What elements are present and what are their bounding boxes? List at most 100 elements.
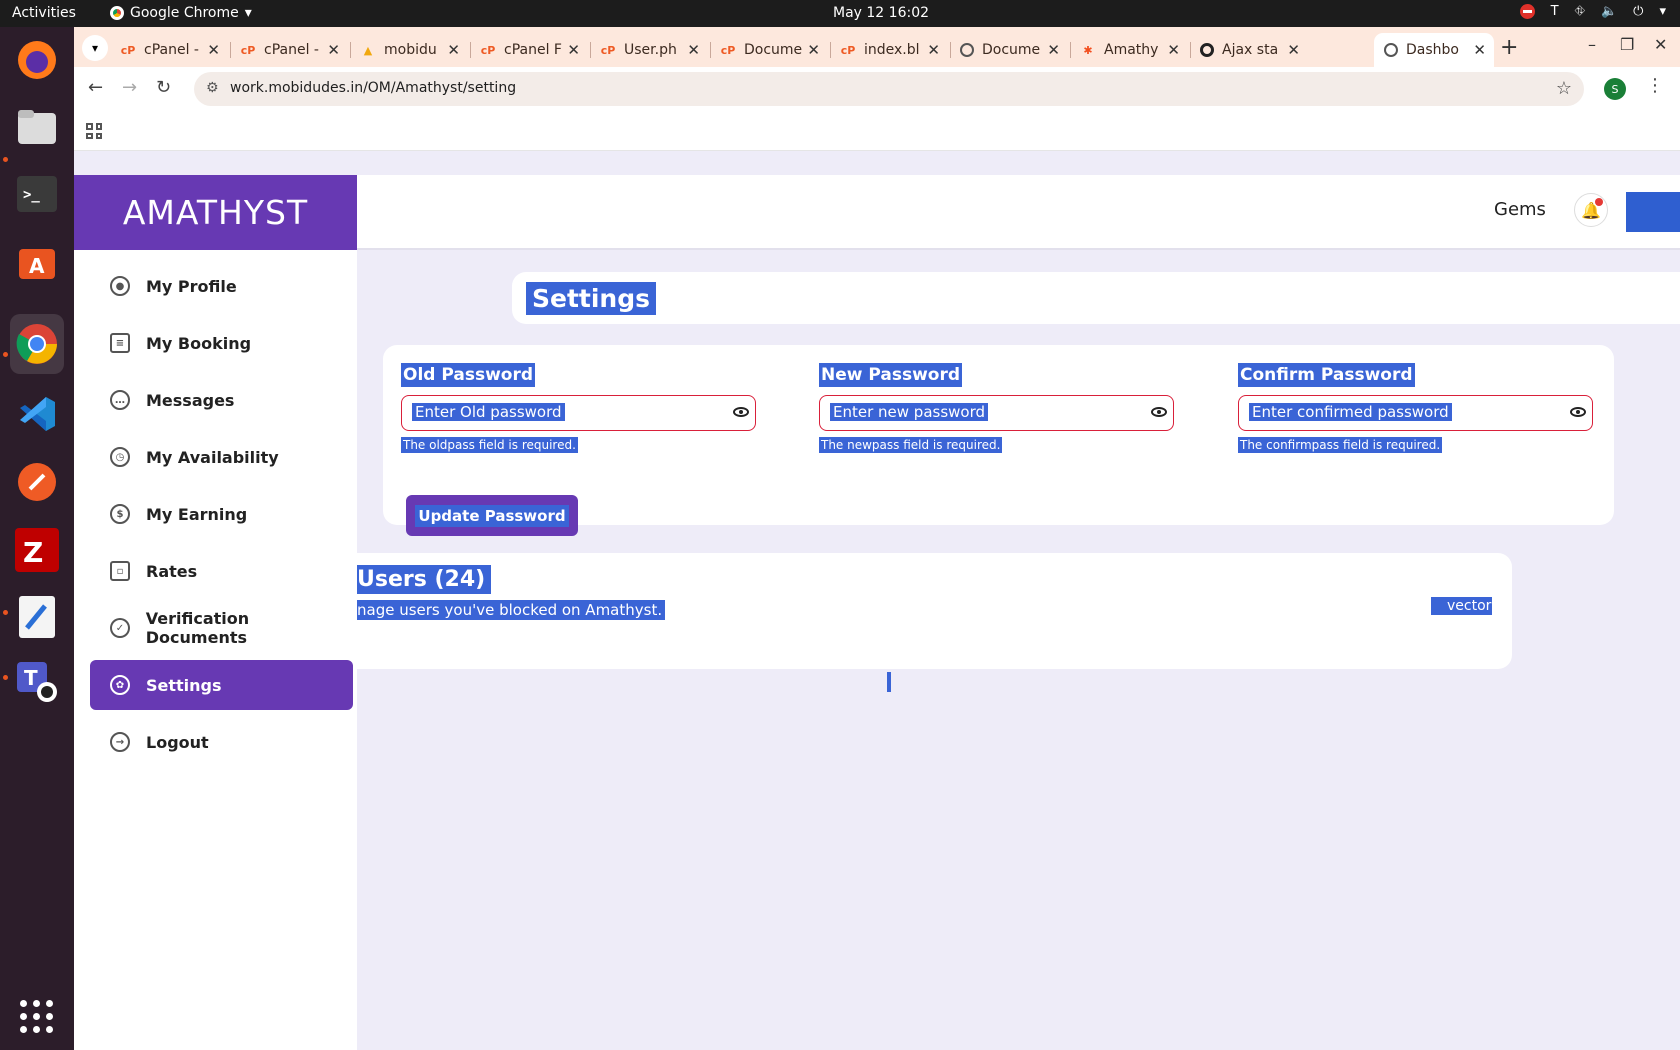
close-icon[interactable]: ✕ — [1287, 41, 1300, 59]
eye-icon[interactable] — [1570, 407, 1586, 417]
tab-ajax-status[interactable]: Ajax sta ✕ — [1190, 33, 1308, 67]
apps-grid-icon[interactable] — [86, 123, 102, 139]
teams-for-linux-icon[interactable]: T — [10, 655, 64, 709]
teams-tray-icon[interactable]: T — [1551, 4, 1559, 19]
tab-title: User.ph — [624, 42, 677, 58]
tab-search-icon[interactable]: ▾ — [82, 35, 108, 61]
sidebar-item-messages[interactable]: … Messages — [90, 375, 353, 425]
old-password-field[interactable]: Enter Old password — [401, 395, 756, 431]
files-icon[interactable] — [10, 100, 64, 154]
back-button[interactable]: ← — [88, 77, 103, 98]
do-not-disturb-icon[interactable] — [1519, 4, 1535, 19]
svg-text:T: T — [24, 666, 38, 690]
sidebar-item-label: My Availability — [146, 447, 279, 467]
close-icon[interactable]: ✕ — [1473, 41, 1486, 59]
tab-user-php[interactable]: cP User.ph ✕ — [590, 33, 708, 67]
tab-documents-1[interactable]: cP Docume ✕ — [710, 33, 828, 67]
reload-button[interactable]: ↻ — [156, 77, 171, 98]
window-close-button[interactable]: ✕ — [1654, 35, 1667, 54]
sidebar-item-my-earning[interactable]: $ My Earning — [90, 489, 353, 539]
new-tab-button[interactable]: + — [1500, 35, 1518, 60]
close-icon[interactable]: ✕ — [927, 41, 940, 59]
tab-title: Ajax sta — [1222, 42, 1279, 58]
close-icon[interactable]: ✕ — [1167, 41, 1180, 59]
tab-title: Docume — [744, 42, 803, 58]
profile-avatar[interactable]: S — [1604, 78, 1626, 100]
network-icon[interactable]: ⛗ — [1575, 4, 1585, 19]
close-icon[interactable]: ✕ — [207, 41, 220, 59]
tab-amathyst-figma[interactable]: ✱ Amathy ✕ — [1070, 33, 1188, 67]
filezilla-icon[interactable]: Z — [10, 523, 64, 577]
text-editor-icon[interactable] — [10, 590, 64, 644]
new-password-field[interactable]: Enter new password — [819, 395, 1174, 431]
tab-documents-2[interactable]: Docume ✕ — [950, 33, 1068, 67]
forward-button[interactable]: → — [122, 77, 137, 98]
sidebar-item-my-booking[interactable]: ≡ My Booking — [90, 318, 353, 368]
maximize-button[interactable]: ❐ — [1620, 35, 1634, 54]
gems-link[interactable]: Gems — [1494, 199, 1546, 220]
sidebar-item-rates[interactable]: ▫ Rates — [90, 546, 353, 596]
notifications-button[interactable]: 🔔 — [1574, 193, 1608, 227]
chrome-icon[interactable] — [10, 314, 64, 374]
page-title: Settings — [526, 282, 657, 315]
vscode-icon[interactable] — [10, 387, 64, 441]
firefox-icon[interactable] — [10, 33, 64, 87]
close-icon[interactable]: ✕ — [447, 41, 460, 59]
minimize-button[interactable]: – — [1588, 35, 1596, 54]
running-indicator — [3, 157, 8, 162]
app-menu[interactable]: Google Chrome ▾ — [110, 5, 252, 21]
activities-button[interactable]: Activities — [12, 5, 76, 21]
cpanel-icon: cP — [720, 43, 736, 57]
confirm-password-label: Confirm Password — [1238, 363, 1415, 387]
sidebar-item-my-availability[interactable]: ◷ My Availability — [90, 432, 353, 482]
address-bar[interactable]: ⚙ work.mobidudes.in/OM/Amathyst/setting … — [194, 72, 1584, 106]
update-password-label: Update Password — [415, 504, 569, 527]
notification-badge — [1595, 198, 1603, 206]
terminal-icon[interactable]: >_ — [10, 167, 64, 221]
postman-icon[interactable] — [10, 455, 64, 509]
figma-icon: ✱ — [1083, 43, 1093, 57]
volume-icon[interactable]: 🔈 — [1601, 4, 1617, 19]
power-icon[interactable]: ⏻ — [1633, 4, 1643, 19]
sidebar-item-label: My Booking — [146, 333, 252, 353]
show-apps-icon[interactable] — [20, 1000, 54, 1034]
close-icon[interactable]: ✕ — [1047, 41, 1060, 59]
user-avatar[interactable] — [1626, 192, 1680, 232]
brand-logo[interactable]: AMATHYST — [74, 175, 357, 250]
change-password-card: Old Password Enter Old password The oldp… — [383, 345, 1614, 536]
sidebar-item-settings[interactable]: ✿ Settings — [90, 660, 353, 710]
tab-index-blade[interactable]: cP index.bl ✕ — [830, 33, 948, 67]
blocked-users-card: Users (24) nage users you've blocked on … — [357, 553, 1512, 669]
sidebar-item-verification-documents[interactable]: ✓ Verification Documents — [90, 603, 353, 653]
tab-phpmyadmin[interactable]: ▲ mobidu ✕ — [350, 33, 468, 67]
close-icon[interactable]: ✕ — [567, 41, 580, 59]
close-icon[interactable]: ✕ — [687, 41, 700, 59]
tab-dashboard[interactable]: Dashbo ✕ — [1374, 33, 1494, 67]
confirm-password-field[interactable]: Enter confirmed password — [1238, 395, 1593, 431]
clock[interactable]: May 12 16:02 — [833, 5, 929, 21]
chevron-down-icon[interactable]: ▾ — [1659, 4, 1666, 19]
tab-title: cPanel F — [504, 42, 562, 58]
eye-icon[interactable] — [1151, 407, 1167, 417]
tab-cpanel-1[interactable]: cP cPanel - ✕ — [110, 33, 228, 67]
rates-icon: ▫ — [110, 561, 130, 581]
gear-icon: ✿ — [110, 675, 130, 695]
browser-window: ▾ cP cPanel - ✕ cP cPanel - ✕ ▲ mobidu ✕… — [74, 27, 1680, 1050]
tab-cpanel-2[interactable]: cP cPanel - ✕ — [230, 33, 348, 67]
sidebar-item-my-profile[interactable]: ● My Profile — [90, 261, 353, 311]
update-password-button[interactable]: Update Password — [406, 495, 578, 536]
close-icon[interactable]: ✕ — [807, 41, 820, 59]
tab-title: index.bl — [864, 42, 920, 58]
eye-icon[interactable] — [733, 407, 749, 417]
cpanel-icon: cP — [120, 43, 136, 57]
sidebar-item-logout[interactable]: → Logout — [90, 717, 353, 767]
tab-cpanel-3[interactable]: cP cPanel F ✕ — [470, 33, 588, 67]
bookmark-star-icon[interactable]: ☆ — [1556, 78, 1572, 99]
chrome-menu-icon[interactable]: ⋮ — [1646, 75, 1664, 96]
site-info-icon[interactable]: ⚙ — [206, 80, 219, 96]
system-tray[interactable]: T ⛗ 🔈 ⏻ ▾ — [1519, 4, 1666, 19]
app-center-icon[interactable]: A — [10, 234, 64, 288]
close-icon[interactable]: ✕ — [327, 41, 340, 59]
url-text[interactable]: work.mobidudes.in/OM/Amathyst/setting — [230, 80, 516, 96]
sidebar-item-label: Rates — [146, 561, 198, 581]
